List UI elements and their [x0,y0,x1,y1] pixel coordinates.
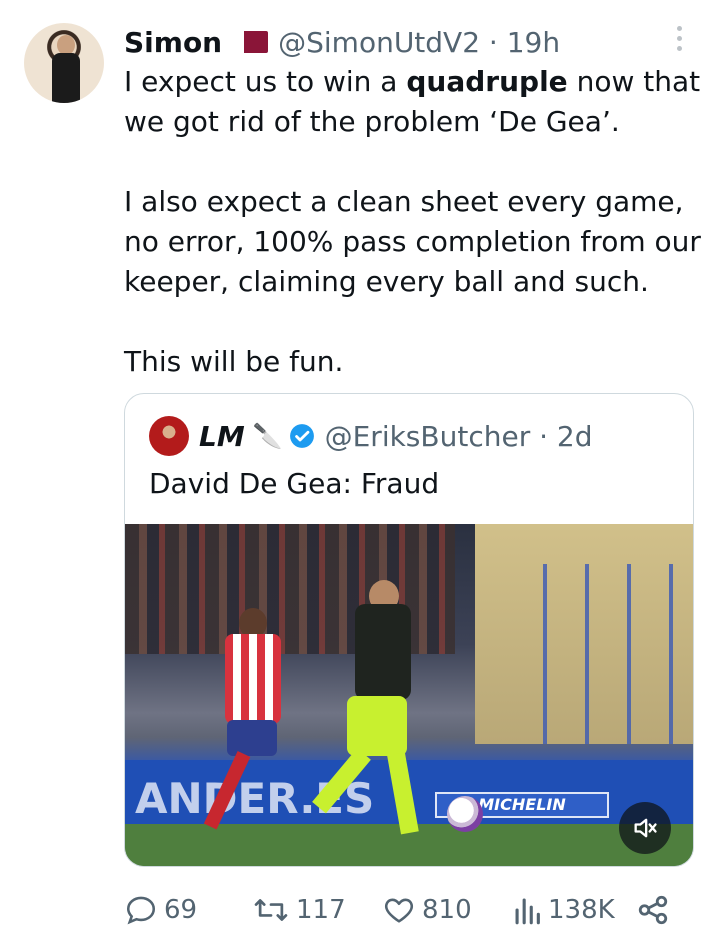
post-text: I expect us to win a quadruple now that … [124,62,704,382]
quoted-time[interactable]: 2d [557,420,593,453]
quoted-avatar[interactable] [149,416,189,456]
quoted-author-handle[interactable]: @EriksButcher [325,420,531,453]
quoted-dot-separator: · [530,419,557,453]
more-dots-icon[interactable] [672,26,686,56]
share-icon [638,895,668,925]
repost-count: 117 [296,895,346,925]
share-button[interactable] [636,888,676,932]
opponent-player [203,608,287,844]
post-text-part-1: I expect us to win a [124,65,407,98]
avatar-head [57,35,75,55]
post-header: Simon @SimonUtdV2 · 19h [124,22,560,62]
qatar-flag-icon [234,31,269,53]
repost-icon [254,899,288,921]
quoted-video[interactable]: ANDER.ES MICHELIN [125,524,693,866]
action-bar: 69 117 810 138K [124,888,684,932]
post-text-bold: quadruple [406,65,568,98]
goalkeeper [312,580,435,835]
quoted-author-name[interactable]: LM [199,420,245,453]
avatar[interactable] [24,23,104,103]
quoted-post[interactable]: LM 🔪 @EriksButcher · 2d David De Gea: Fr… [124,393,694,867]
reply-icon [126,896,156,925]
quoted-header: LM 🔪 @EriksButcher · 2d [149,414,593,458]
stadium-fence [505,564,693,744]
post-time[interactable]: 19h [507,26,560,59]
views-button[interactable]: 138K [512,888,615,932]
post-text-part-3: now that we got rid of the problem ‘De G… [124,65,701,378]
verified-badge-icon [289,424,314,448]
dot-separator: · [480,25,507,59]
quoted-text: David De Gea: Fraud [149,467,440,500]
heart-icon [384,898,414,923]
knife-emoji-icon: 🔪 [252,422,283,450]
views-count: 138K [548,895,615,925]
reply-button[interactable]: 69 [124,888,197,932]
author-name[interactable]: Simon [124,26,222,59]
avatar-body [52,53,80,103]
like-button[interactable]: 810 [382,888,472,932]
reply-count: 69 [164,895,198,925]
mute-speaker-icon[interactable] [619,802,671,854]
repost-button[interactable]: 117 [252,888,346,932]
author-handle[interactable]: @SimonUtdV2 [278,26,480,59]
like-count: 810 [422,895,472,925]
football [447,796,483,832]
views-chart-icon [515,898,540,925]
mute-speaker-glyph [634,818,657,838]
